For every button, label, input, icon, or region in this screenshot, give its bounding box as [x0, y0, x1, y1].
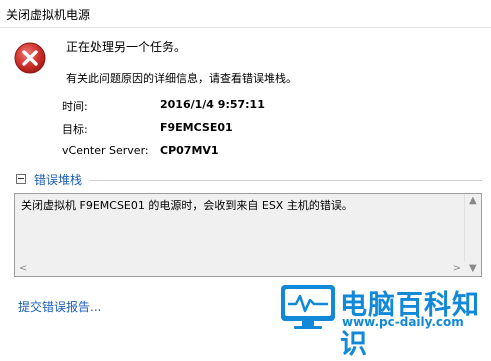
- title-bar[interactable]: 关闭虚拟机电源: [0, 0, 491, 28]
- error-stack-text: 关闭虚拟机 F9EMCSE01 的电源时，会收到来自 ESX 主机的错误。: [21, 199, 353, 212]
- scroll-up-icon[interactable]: ▲: [469, 196, 477, 206]
- main-message: 正在处理另一个任务。: [66, 40, 187, 54]
- vertical-scrollbar[interactable]: ▲ ▼: [464, 194, 481, 276]
- section-divider: [89, 180, 482, 181]
- error-icon: [14, 42, 46, 74]
- collapse-icon[interactable]: [16, 174, 26, 184]
- error-stack-textbox[interactable]: 关闭虚拟机 F9EMCSE01 的电源时，会收到来自 ESX 主机的错误。 ▲ …: [14, 193, 482, 277]
- vcenter-label: vCenter Server:: [62, 144, 149, 157]
- scroll-right-icon[interactable]: >: [453, 264, 461, 274]
- submit-error-report-link[interactable]: 提交错误报告...: [18, 298, 101, 315]
- title-separator: [0, 27, 491, 28]
- horizontal-scrollbar[interactable]: < >: [15, 262, 465, 276]
- target-value: F9EMCSE01: [160, 121, 233, 134]
- target-label: 目标:: [62, 123, 88, 136]
- error-stack-header[interactable]: 错误堆栈: [16, 171, 82, 187]
- time-value: 2016/1/4 9:57:11: [160, 98, 265, 111]
- time-label: 时间:: [62, 100, 88, 113]
- vcenter-value: CP07MV1: [160, 144, 219, 157]
- monitor-icon: [281, 285, 335, 329]
- window-title: 关闭虚拟机电源: [6, 8, 91, 22]
- detail-message: 有关此问题原因的详细信息，请查看错误堆栈。: [66, 72, 297, 85]
- scroll-down-icon[interactable]: ▼: [469, 264, 477, 274]
- error-stack-label: 错误堆栈: [34, 172, 83, 187]
- scroll-left-icon[interactable]: <: [19, 264, 27, 274]
- watermark-logo: 电脑百科知识 www.pc-daily.com: [276, 281, 491, 360]
- watermark-url: www.pc-daily.com: [342, 315, 464, 329]
